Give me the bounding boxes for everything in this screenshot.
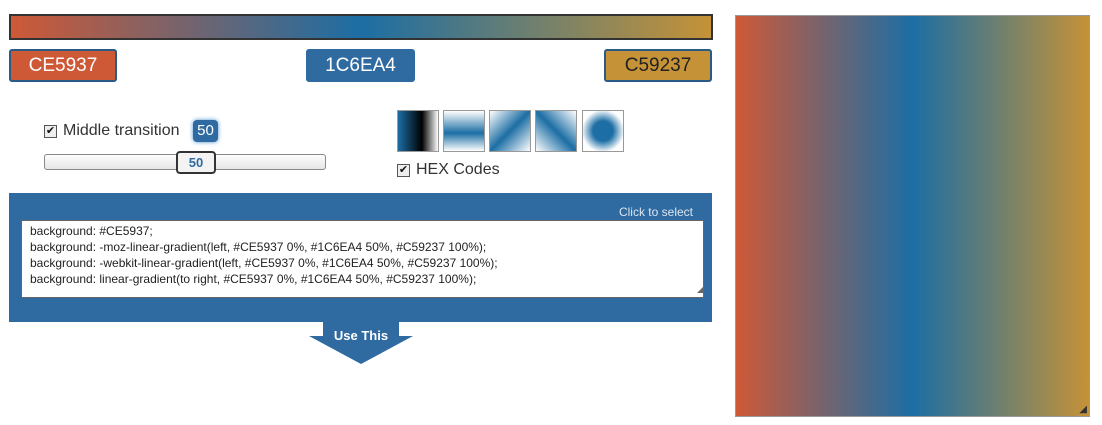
swatch-linear-horizontal-dark[interactable]: [397, 110, 439, 152]
end-color-button[interactable]: C59237: [604, 49, 712, 82]
css-code-textarea[interactable]: background: #CE5937; background: -moz-li…: [21, 220, 704, 298]
use-this-button[interactable]: Use This: [309, 322, 413, 364]
swatch-linear-diagonal-2[interactable]: [535, 110, 577, 152]
middle-transition-row: ✔ Middle transition: [44, 122, 180, 140]
click-to-select-hint: Click to select: [618, 205, 693, 219]
hex-codes-checkbox[interactable]: ✔: [397, 163, 410, 177]
use-this-label: Use This: [333, 328, 389, 343]
swatch-radial[interactable]: [582, 110, 624, 152]
gradient-preview: ◢: [735, 15, 1090, 417]
textarea-resize-icon[interactable]: ◢: [697, 285, 705, 294]
middle-value-badge: 50: [193, 120, 218, 142]
swatch-linear-diagonal-1[interactable]: [489, 110, 531, 152]
middle-slider-handle[interactable]: 50: [176, 151, 216, 174]
hex-codes-label: HEX Codes: [416, 161, 500, 178]
gradient-bar[interactable]: [9, 14, 713, 40]
start-color-button[interactable]: CE5937: [9, 49, 117, 82]
swatch-linear-vertical[interactable]: [443, 110, 485, 152]
middle-transition-checkbox[interactable]: ✔: [44, 124, 57, 138]
middle-color-button[interactable]: 1C6EA4: [306, 49, 415, 82]
preview-resize-icon[interactable]: ◢: [1079, 404, 1087, 415]
hex-codes-row: ✔ HEX Codes: [397, 161, 500, 179]
middle-transition-label: Middle transition: [63, 122, 180, 139]
code-panel: Click to select background: #CE5937; bac…: [9, 193, 712, 322]
